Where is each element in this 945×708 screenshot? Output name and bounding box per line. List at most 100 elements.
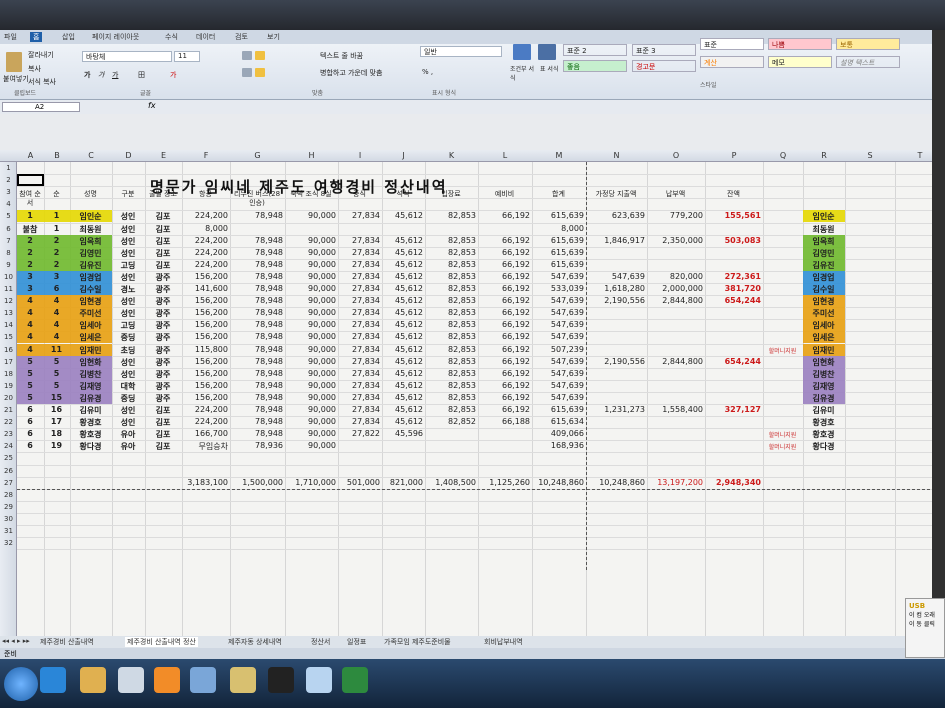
cell-n[interactable]: 2,190,556 bbox=[587, 357, 645, 366]
column-header-c[interactable]: C bbox=[70, 151, 112, 160]
row-header[interactable]: 15 bbox=[0, 333, 17, 341]
cell-e[interactable]: 광주 bbox=[146, 357, 180, 368]
cell-h[interactable]: 90,000 bbox=[286, 369, 336, 378]
cell-n[interactable]: 1,618,280 bbox=[587, 284, 645, 293]
cell-k[interactable]: 82,853 bbox=[426, 393, 476, 402]
cell-e[interactable]: 김포 bbox=[146, 417, 180, 428]
row-header[interactable]: 5 bbox=[0, 212, 17, 220]
cell-i[interactable]: 27,834 bbox=[339, 260, 380, 269]
cell-j[interactable]: 45,612 bbox=[383, 236, 423, 245]
cell-f[interactable]: 156,200 bbox=[183, 357, 228, 366]
cell-g[interactable]: 78,948 bbox=[231, 272, 283, 281]
cell-g[interactable]: 78,948 bbox=[231, 405, 283, 414]
cell-name[interactable]: 임재민 bbox=[71, 345, 110, 356]
cell-a[interactable]: 4 bbox=[18, 296, 42, 305]
sheet-tab-3[interactable]: 제주자동 상세내역 bbox=[228, 637, 282, 647]
cell-a[interactable]: 4 bbox=[18, 345, 42, 354]
cell-e[interactable]: 김포 bbox=[146, 441, 180, 452]
cell-h[interactable]: 90,000 bbox=[286, 260, 336, 269]
row-header[interactable]: 4 bbox=[0, 200, 17, 208]
cell-a[interactable]: 2 bbox=[18, 236, 42, 245]
row-header[interactable]: 9 bbox=[0, 261, 17, 269]
cell-m[interactable]: 615,639 bbox=[533, 236, 584, 245]
cell-b[interactable]: 5 bbox=[45, 369, 68, 378]
header-l[interactable]: 예비비 bbox=[479, 190, 530, 199]
row-header[interactable]: 32 bbox=[0, 539, 17, 547]
cell-e[interactable]: 광주 bbox=[146, 369, 180, 380]
cell-b[interactable]: 2 bbox=[45, 248, 68, 257]
cell-m[interactable]: 547,639 bbox=[533, 296, 584, 305]
cell-f[interactable]: 115,800 bbox=[183, 345, 228, 354]
style-normal[interactable]: 표준 bbox=[700, 38, 764, 50]
cell-r[interactable]: 김유경 bbox=[804, 393, 843, 404]
cell-l[interactable]: 66,192 bbox=[479, 345, 530, 354]
cell-f[interactable]: 156,200 bbox=[183, 369, 228, 378]
cell-q[interactable]: 할머니지원 bbox=[764, 346, 801, 355]
cell-m[interactable]: 615,634 bbox=[533, 417, 584, 426]
cell-g[interactable]: 78,948 bbox=[231, 296, 283, 305]
app-icon-4[interactable] bbox=[306, 667, 332, 693]
column-header-q[interactable]: Q bbox=[763, 151, 803, 160]
cell-p[interactable]: 272,361 bbox=[706, 272, 761, 281]
cell-m[interactable]: 547,639 bbox=[533, 369, 584, 378]
cell-h[interactable]: 90,000 bbox=[286, 236, 336, 245]
cell-m[interactable]: 547,639 bbox=[533, 381, 584, 390]
cell-f[interactable]: 141,600 bbox=[183, 284, 228, 293]
cell-a[interactable]: 4 bbox=[18, 332, 42, 341]
app-icon-3[interactable] bbox=[230, 667, 256, 693]
cell-o[interactable]: 2,000,000 bbox=[648, 284, 703, 293]
row-header[interactable]: 27 bbox=[0, 479, 17, 487]
cell-h[interactable]: 90,000 bbox=[286, 211, 336, 220]
cell-f[interactable]: 156,200 bbox=[183, 320, 228, 329]
cell-r[interactable]: 임인순 bbox=[804, 211, 843, 222]
column-header-s[interactable]: S bbox=[845, 151, 895, 160]
row-header[interactable]: 20 bbox=[0, 394, 17, 402]
cell-f[interactable]: 224,200 bbox=[183, 236, 228, 245]
cell-e[interactable]: 김포 bbox=[146, 236, 180, 247]
cell-p[interactable]: 155,561 bbox=[706, 211, 761, 220]
font-name-select[interactable]: 바탕체 bbox=[82, 51, 172, 62]
cell-n[interactable]: 2,190,556 bbox=[587, 296, 645, 305]
cell-k[interactable]: 82,853 bbox=[426, 296, 476, 305]
cell-name[interactable]: 김유경 bbox=[71, 393, 110, 404]
cell-d[interactable]: 성인 bbox=[113, 248, 143, 259]
cell-g[interactable]: 78,948 bbox=[231, 260, 283, 269]
cell-o[interactable]: 779,200 bbox=[648, 211, 703, 220]
row-header[interactable]: 22 bbox=[0, 418, 17, 426]
cell-name[interactable]: 김수일 bbox=[71, 284, 110, 295]
cell-e[interactable]: 광주 bbox=[146, 381, 180, 392]
cell-k[interactable]: 82,853 bbox=[426, 345, 476, 354]
header-c[interactable]: 성명 bbox=[71, 190, 110, 199]
style-explanatory[interactable]: 설명 텍스트 bbox=[836, 56, 900, 68]
total-o[interactable]: 13,197,200 bbox=[648, 478, 703, 487]
start-button-icon[interactable] bbox=[4, 667, 38, 701]
cell-r[interactable]: 김수일 bbox=[804, 284, 843, 295]
cell-e[interactable]: 광주 bbox=[146, 320, 180, 331]
style-bad[interactable]: 나쁨 bbox=[768, 38, 832, 50]
cell-f[interactable]: 8,000 bbox=[183, 224, 228, 233]
row-header[interactable]: 18 bbox=[0, 370, 17, 378]
wrap-text-button[interactable]: 텍스트 줄 바꿈 bbox=[320, 51, 363, 61]
cell-d[interactable]: 성인 bbox=[113, 272, 143, 283]
cell-a[interactable]: 3 bbox=[18, 284, 42, 293]
borders-icon[interactable]: 田 bbox=[138, 70, 145, 80]
ie-icon[interactable] bbox=[40, 667, 66, 693]
cell-l[interactable]: 66,192 bbox=[479, 260, 530, 269]
row-header[interactable]: 24 bbox=[0, 442, 17, 450]
cell-b[interactable]: 4 bbox=[45, 320, 68, 329]
conditional-format-icon[interactable] bbox=[513, 44, 531, 60]
cell-b[interactable]: 3 bbox=[45, 272, 68, 281]
cell-j[interactable]: 45,612 bbox=[383, 260, 423, 269]
row-header[interactable]: 1 bbox=[0, 164, 17, 172]
row-header[interactable]: 30 bbox=[0, 515, 17, 523]
cell-i[interactable]: 27,834 bbox=[339, 248, 380, 257]
cell-b[interactable]: 5 bbox=[45, 357, 68, 366]
cell-k[interactable]: 82,853 bbox=[426, 260, 476, 269]
cell-k[interactable]: 82,853 bbox=[426, 272, 476, 281]
cell-r[interactable]: 김재영 bbox=[804, 381, 843, 392]
cell-i[interactable]: 27,834 bbox=[339, 393, 380, 402]
cell-b[interactable]: 6 bbox=[45, 284, 68, 293]
sheet-tab-7[interactable]: 회비납부내역 bbox=[484, 637, 523, 647]
align-left-icon[interactable] bbox=[242, 68, 252, 77]
cell-e[interactable]: 광주 bbox=[146, 332, 180, 343]
